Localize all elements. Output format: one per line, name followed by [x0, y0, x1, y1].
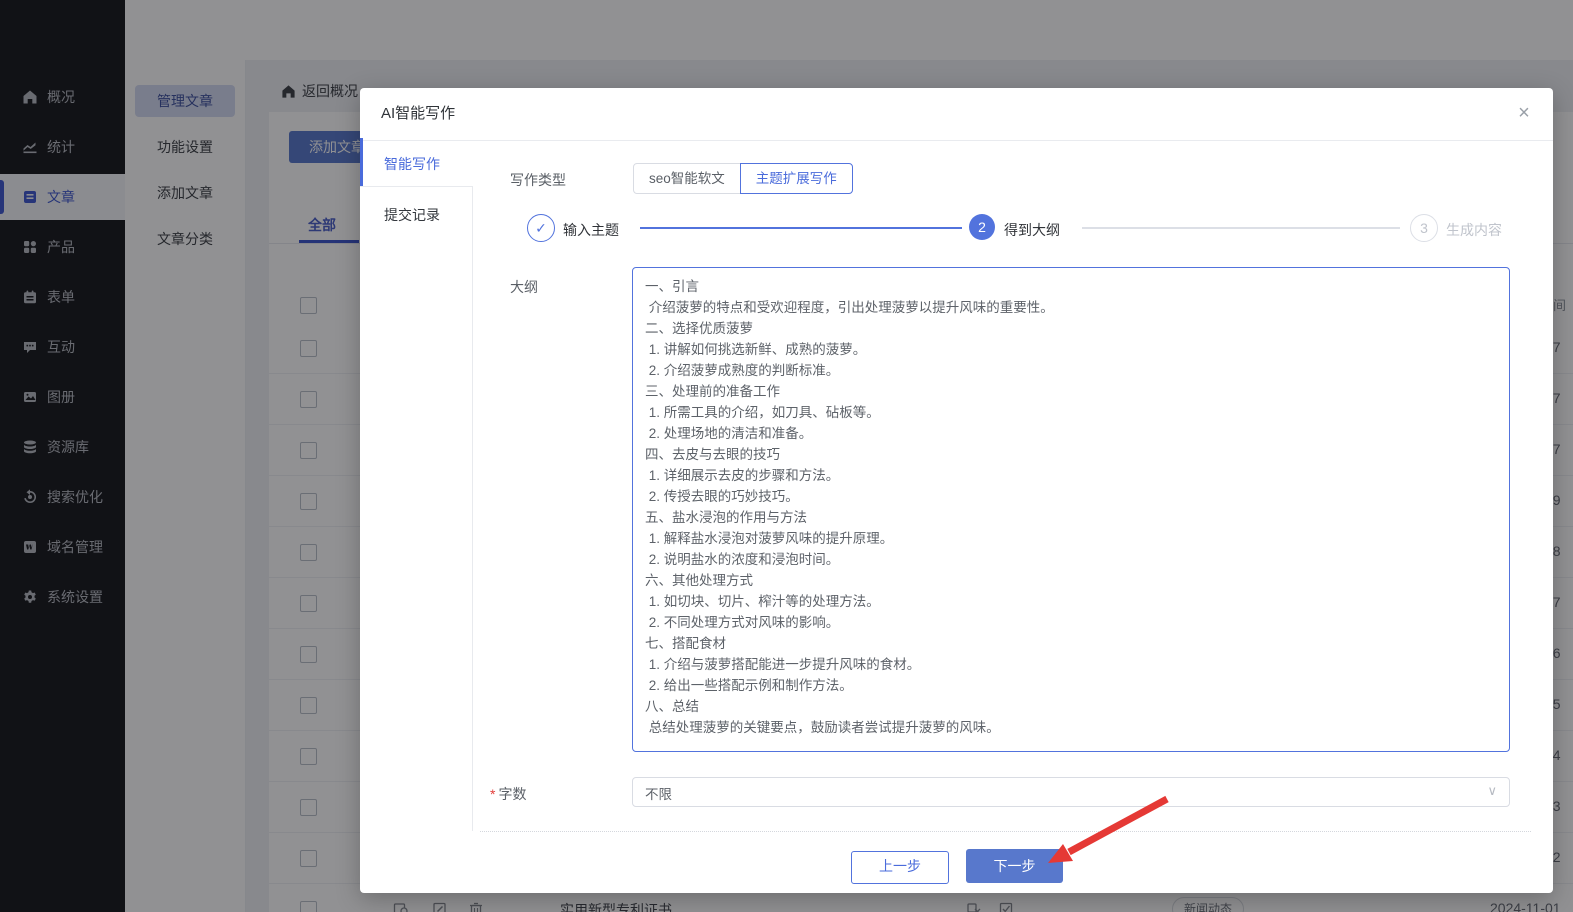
step-2-circle: 2	[969, 214, 995, 240]
close-icon[interactable]: ×	[1511, 100, 1537, 126]
modal-tab-active-bar	[360, 138, 363, 186]
writing-type-option-seo[interactable]: seo智能软文	[633, 163, 741, 194]
step-1-circle: ✓	[527, 214, 555, 242]
footer-divider	[480, 831, 1531, 832]
step-1-label: 输入主题	[563, 222, 619, 238]
step-2-label: 得到大纲	[1004, 222, 1060, 238]
step-3-label: 生成内容	[1446, 222, 1502, 238]
modal-title: AI智能写作	[381, 105, 456, 122]
outline-label: 大纲	[510, 279, 538, 295]
chevron-down-icon: ∨	[1487, 783, 1497, 798]
writing-type-label: 写作类型	[510, 172, 566, 188]
modal-tab-smart-writing[interactable]: 智能写作	[384, 154, 440, 174]
screen: 概况 统计 文章 产品 表单 互动 图册 资源库 搜索优化 域名管理 系统设置 …	[0, 0, 1573, 912]
step-line-pending	[1082, 227, 1400, 229]
wordcount-label: * 字数	[490, 786, 527, 802]
prev-step-button[interactable]: 上一步	[851, 851, 949, 884]
writing-type-group: seo智能软文 主题扩展写作	[633, 163, 853, 194]
step-3-circle: 3	[1410, 214, 1438, 242]
modal-tab-divider-h	[360, 186, 472, 187]
modal-tab-divider-v	[472, 186, 473, 831]
modal-header-divider	[360, 140, 1553, 141]
writing-type-option-topic[interactable]: 主题扩展写作	[739, 163, 853, 194]
required-asterisk: *	[490, 786, 496, 802]
outline-textarea[interactable]: 一、引言 介绍菠萝的特点和受欢迎程度，引出处理菠萝以提升风味的重要性。 二、选择…	[632, 267, 1510, 752]
wordcount-select[interactable]: 不限 ∨	[632, 777, 1510, 807]
next-step-button[interactable]: 下一步	[966, 849, 1063, 883]
step-line-done	[640, 227, 962, 229]
ai-writing-modal: AI智能写作 × 智能写作 提交记录 写作类型 seo智能软文 主题扩展写作 ✓…	[360, 88, 1553, 893]
modal-tab-submit-records[interactable]: 提交记录	[384, 205, 440, 225]
wordcount-selected-value: 不限	[645, 787, 672, 802]
